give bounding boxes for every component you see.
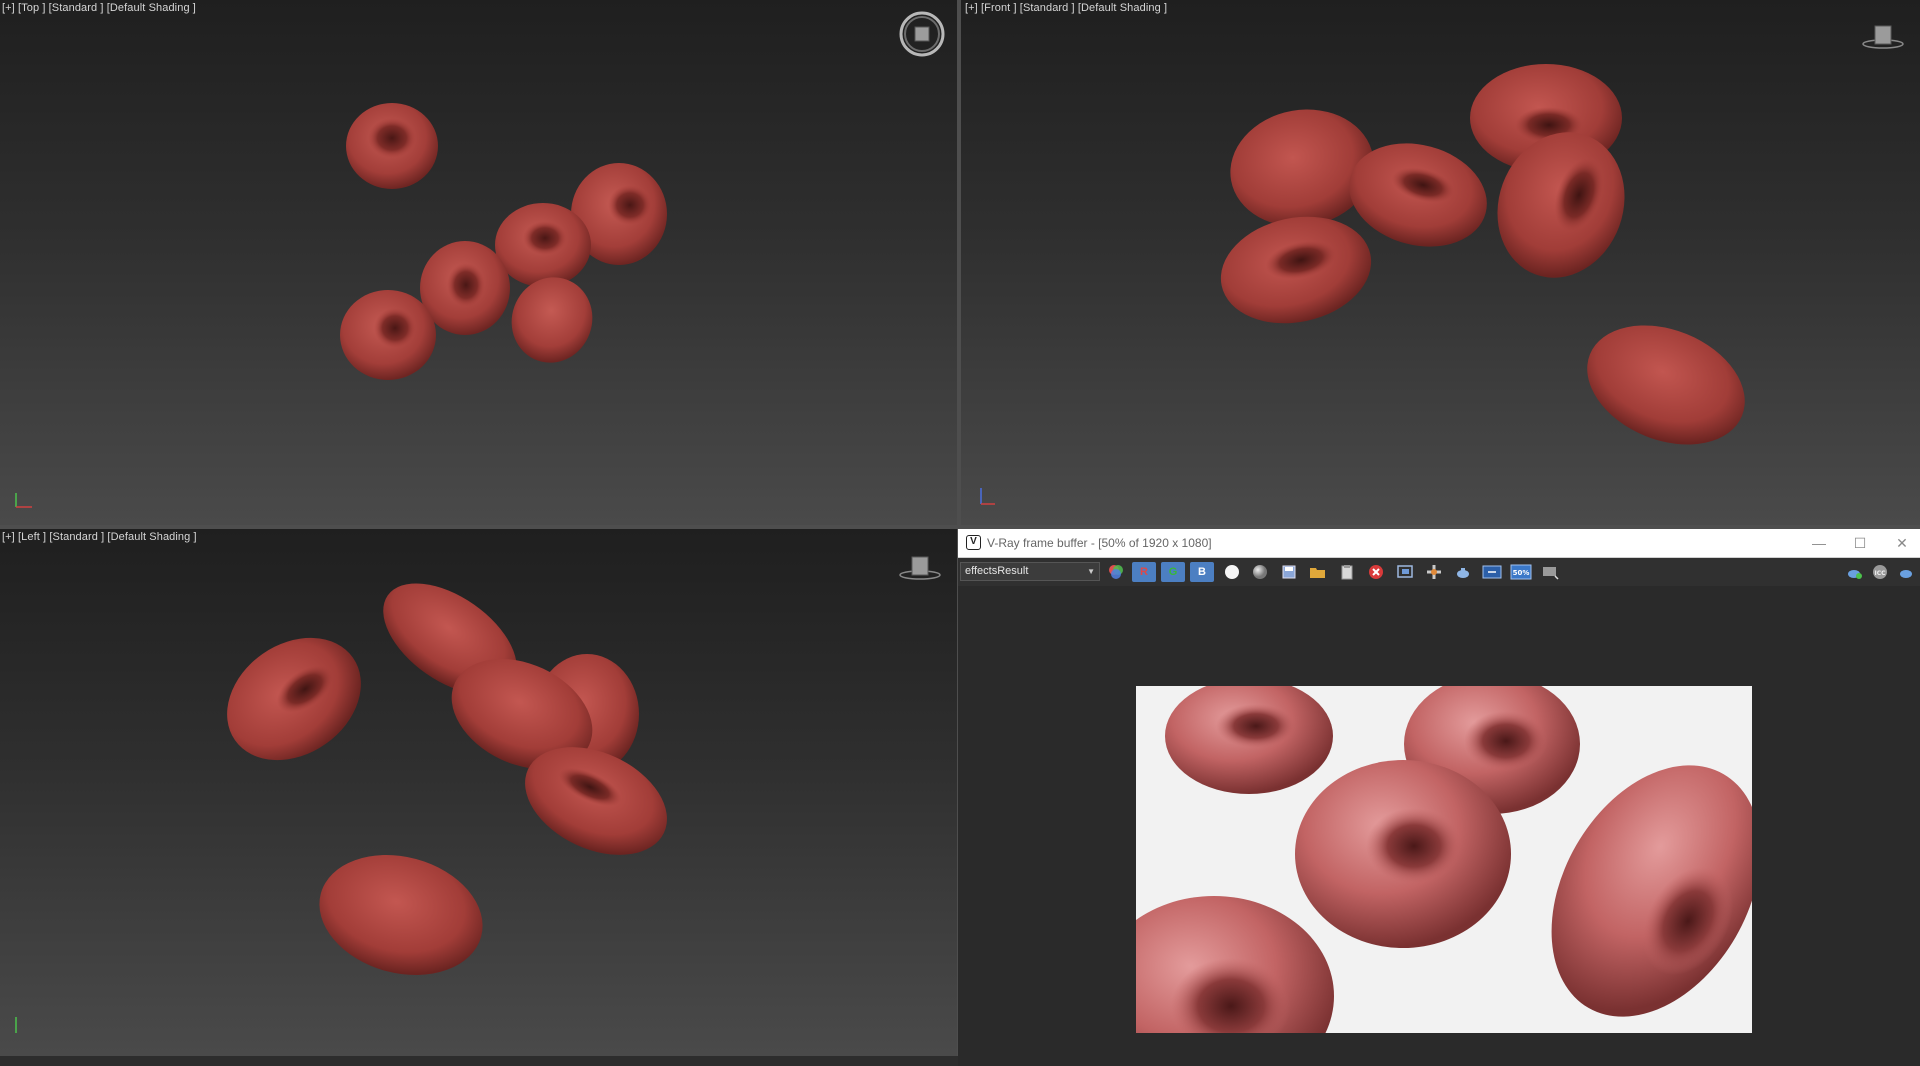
viewport-top[interactable]: [+] [Top ] [Standard ] [Default Shading … — [0, 0, 957, 525]
vfb-render-area[interactable] — [958, 586, 1920, 1066]
render-cell — [1136, 896, 1334, 1033]
vray-frame-buffer-window[interactable]: V V-Ray frame buffer - [50% of 1920 x 10… — [958, 529, 1920, 1066]
bottom-statusbar — [0, 1056, 958, 1066]
color-channels-icon[interactable] — [1104, 562, 1128, 582]
render-cells-scene — [1136, 686, 1752, 1033]
cell — [340, 290, 436, 380]
display-settings-icon[interactable] — [1538, 562, 1562, 582]
clipboard-icon[interactable] — [1335, 562, 1359, 582]
vfb-toolbar: effectsResult ▼ R G B 50% ICC — [958, 558, 1920, 586]
axis-tripod-icon — [15, 493, 32, 508]
alpha-white-icon[interactable] — [1220, 562, 1244, 582]
cell — [227, 637, 361, 761]
chevron-down-icon: ▼ — [1087, 567, 1095, 576]
render-cell — [1295, 760, 1511, 948]
close-button[interactable]: ✕ — [1887, 532, 1917, 554]
red-channel-button[interactable]: R — [1132, 562, 1156, 582]
vray-logo-icon: V — [966, 535, 981, 550]
cell — [346, 103, 438, 189]
viewport-left[interactable]: [+] [Left ] [Standard ] [Default Shading… — [0, 529, 957, 1056]
track-mouse-icon[interactable] — [1422, 562, 1446, 582]
teapot-render-icon[interactable] — [1451, 562, 1475, 582]
blue-channel-button[interactable]: B — [1190, 562, 1214, 582]
cell — [1587, 325, 1745, 445]
vfb-title: V-Ray frame buffer - [50% of 1920 x 1080… — [987, 536, 1212, 550]
history-sphere-icon[interactable]: ICC — [1868, 562, 1892, 582]
left-cells-scene — [227, 583, 667, 976]
front-cells-scene — [1220, 64, 1745, 445]
cell — [511, 277, 593, 363]
render-options-icon[interactable] — [1894, 562, 1918, 582]
clear-image-icon[interactable] — [1364, 562, 1388, 582]
channel-dropdown[interactable]: effectsResult ▼ — [960, 562, 1100, 581]
top-cells-scene — [340, 103, 667, 380]
viewport-front[interactable]: [+] [Front ] [Standard ] [Default Shadin… — [961, 0, 1920, 525]
minimize-button[interactable]: — — [1804, 532, 1834, 554]
render-teapot-icon[interactable] — [1842, 562, 1866, 582]
rendered-image — [1136, 686, 1752, 1033]
channel-dropdown-value: effectsResult — [965, 565, 1029, 577]
region-render-icon[interactable] — [1393, 562, 1417, 582]
svg-text:ICC: ICC — [1874, 570, 1886, 577]
vfb-titlebar[interactable]: V V-Ray frame buffer - [50% of 1920 x 10… — [958, 529, 1920, 558]
svg-text:50%: 50% — [1513, 569, 1530, 577]
cell — [319, 854, 483, 976]
cell — [1220, 216, 1372, 324]
save-icon[interactable] — [1277, 562, 1301, 582]
axis-tripod-icon — [15, 1017, 17, 1033]
cell — [495, 203, 591, 287]
compare-ab-icon[interactable] — [1480, 562, 1504, 582]
mono-sphere-icon[interactable] — [1248, 562, 1272, 582]
axis-tripod-icon — [980, 488, 995, 505]
maximize-button[interactable]: ☐ — [1845, 532, 1875, 554]
green-channel-button[interactable]: G — [1161, 562, 1185, 582]
open-folder-icon[interactable] — [1306, 562, 1330, 582]
zoom-level-icon[interactable]: 50% — [1509, 562, 1533, 582]
render-cell — [1165, 686, 1333, 794]
